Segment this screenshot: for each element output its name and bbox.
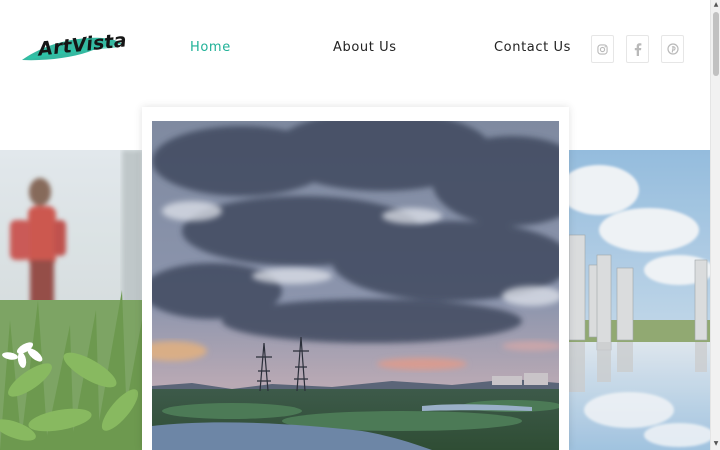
gallery-image-center[interactable]	[152, 121, 559, 450]
featured-image-card[interactable]	[142, 107, 569, 450]
instagram-icon[interactable]	[591, 35, 614, 63]
scroll-down-icon[interactable]: ▼	[712, 440, 720, 448]
facebook-icon[interactable]	[626, 35, 649, 63]
site-header: ArtVista Home About Us Contact Us	[0, 0, 710, 100]
cloudy-sky-power-towers-photo	[152, 121, 559, 450]
woman-with-flowers-photo	[0, 150, 142, 450]
nav-contact-us[interactable]: Contact Us	[494, 40, 571, 55]
gallery-image-left[interactable]	[0, 150, 142, 450]
scroll-up-icon[interactable]: ▲	[712, 1, 720, 9]
brand-logo[interactable]: ArtVista	[18, 28, 128, 68]
pinterest-icon[interactable]	[661, 35, 684, 63]
buildings-reflection-photo	[569, 150, 710, 450]
page-scrollbar[interactable]: ▲ ▼	[710, 0, 720, 450]
scrollbar-thumb[interactable]	[713, 12, 719, 76]
nav-about-us[interactable]: About Us	[333, 40, 397, 55]
gallery-image-right[interactable]	[569, 150, 710, 450]
nav-home[interactable]: Home	[190, 40, 231, 55]
